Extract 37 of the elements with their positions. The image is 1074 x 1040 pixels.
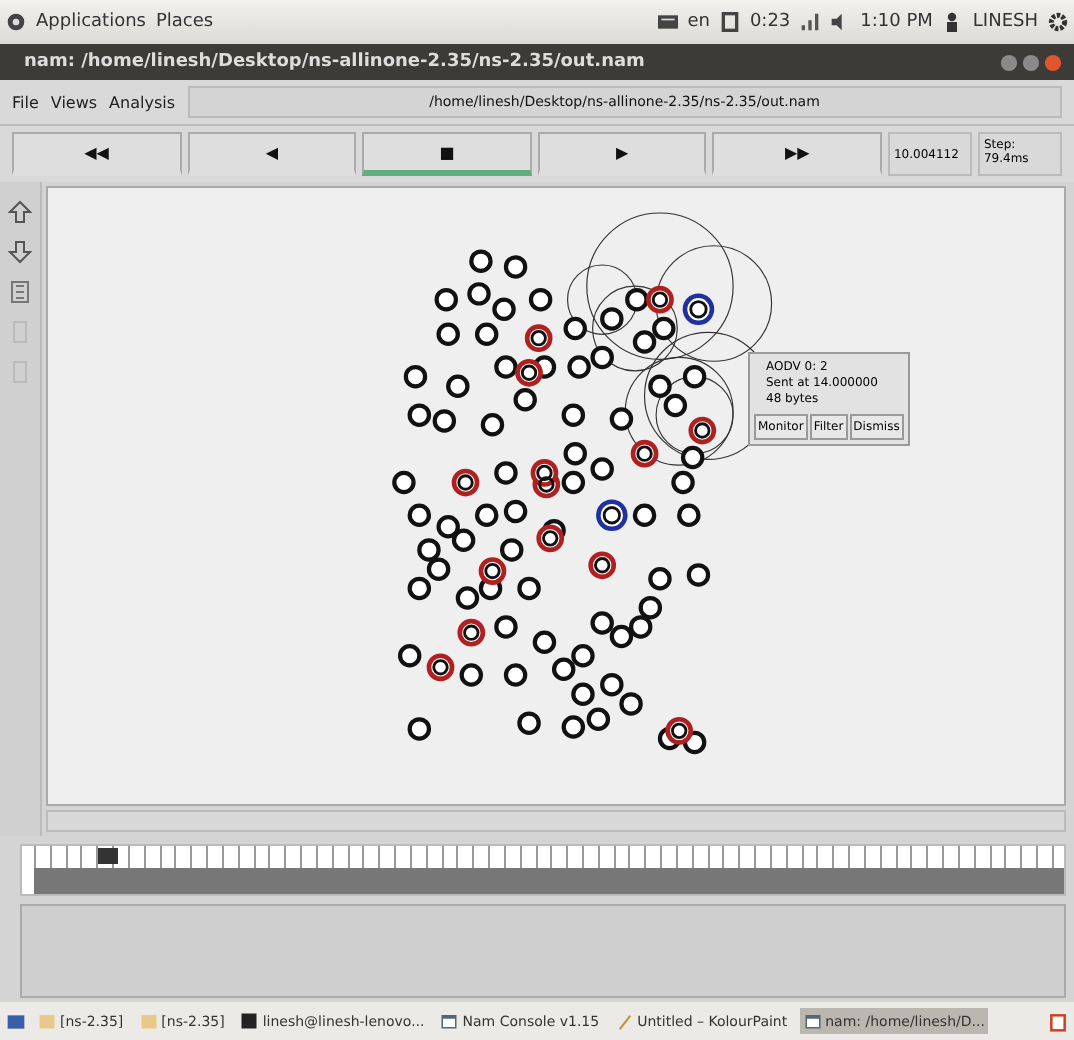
timeline-marker[interactable] xyxy=(98,848,118,864)
folder-icon xyxy=(38,1012,56,1030)
folder-icon xyxy=(139,1012,158,1030)
trash-icon[interactable] xyxy=(1048,1011,1068,1031)
zoom-in-icon[interactable] xyxy=(8,198,32,226)
window-icon xyxy=(803,1012,822,1030)
panel-menu[interactable]: Places xyxy=(155,12,214,32)
desktop-icon[interactable] xyxy=(6,1011,26,1031)
battery-icon[interactable] xyxy=(719,12,740,32)
close-button[interactable] xyxy=(1044,53,1062,71)
keyboard-icon[interactable] xyxy=(657,12,678,32)
logo-icon[interactable] xyxy=(6,12,26,32)
window-title: nam: /home/linesh/Desktop/ns-allinone-2.35/ns-2.35/out.nam xyxy=(24,52,645,72)
playback-button[interactable]: ▶▶ xyxy=(712,132,882,176)
playback-button[interactable]: ◀ xyxy=(187,132,357,176)
zoom-out-icon[interactable] xyxy=(8,238,32,266)
playback-button[interactable]: ◀◀ xyxy=(12,132,182,176)
terminal-icon xyxy=(240,1012,259,1030)
menu-item[interactable]: Analysis xyxy=(109,93,176,111)
minimize-button[interactable] xyxy=(1000,53,1018,71)
horizontal-scrollbar[interactable] xyxy=(46,810,1066,832)
signal-icon[interactable] xyxy=(800,12,821,32)
playback-button[interactable]: ▶ xyxy=(537,132,707,176)
playback-button[interactable]: ■ xyxy=(362,132,532,176)
battery-time[interactable]: 0:23 xyxy=(749,12,791,32)
panel-menu[interactable]: Applications xyxy=(36,12,146,32)
maximize-button[interactable] xyxy=(1022,53,1040,71)
user-icon[interactable] xyxy=(942,12,963,32)
clock[interactable]: 1:10 PM xyxy=(860,12,933,32)
menu-item[interactable]: Views xyxy=(50,93,98,111)
gear-icon[interactable] xyxy=(1048,12,1068,32)
keyboard-layout[interactable]: en xyxy=(687,12,710,32)
window-icon xyxy=(440,1012,459,1030)
menu-item[interactable]: File xyxy=(12,93,39,111)
user-name[interactable]: LINESH xyxy=(972,12,1038,32)
brush-icon xyxy=(615,1012,634,1030)
timeline[interactable] xyxy=(20,844,1066,896)
